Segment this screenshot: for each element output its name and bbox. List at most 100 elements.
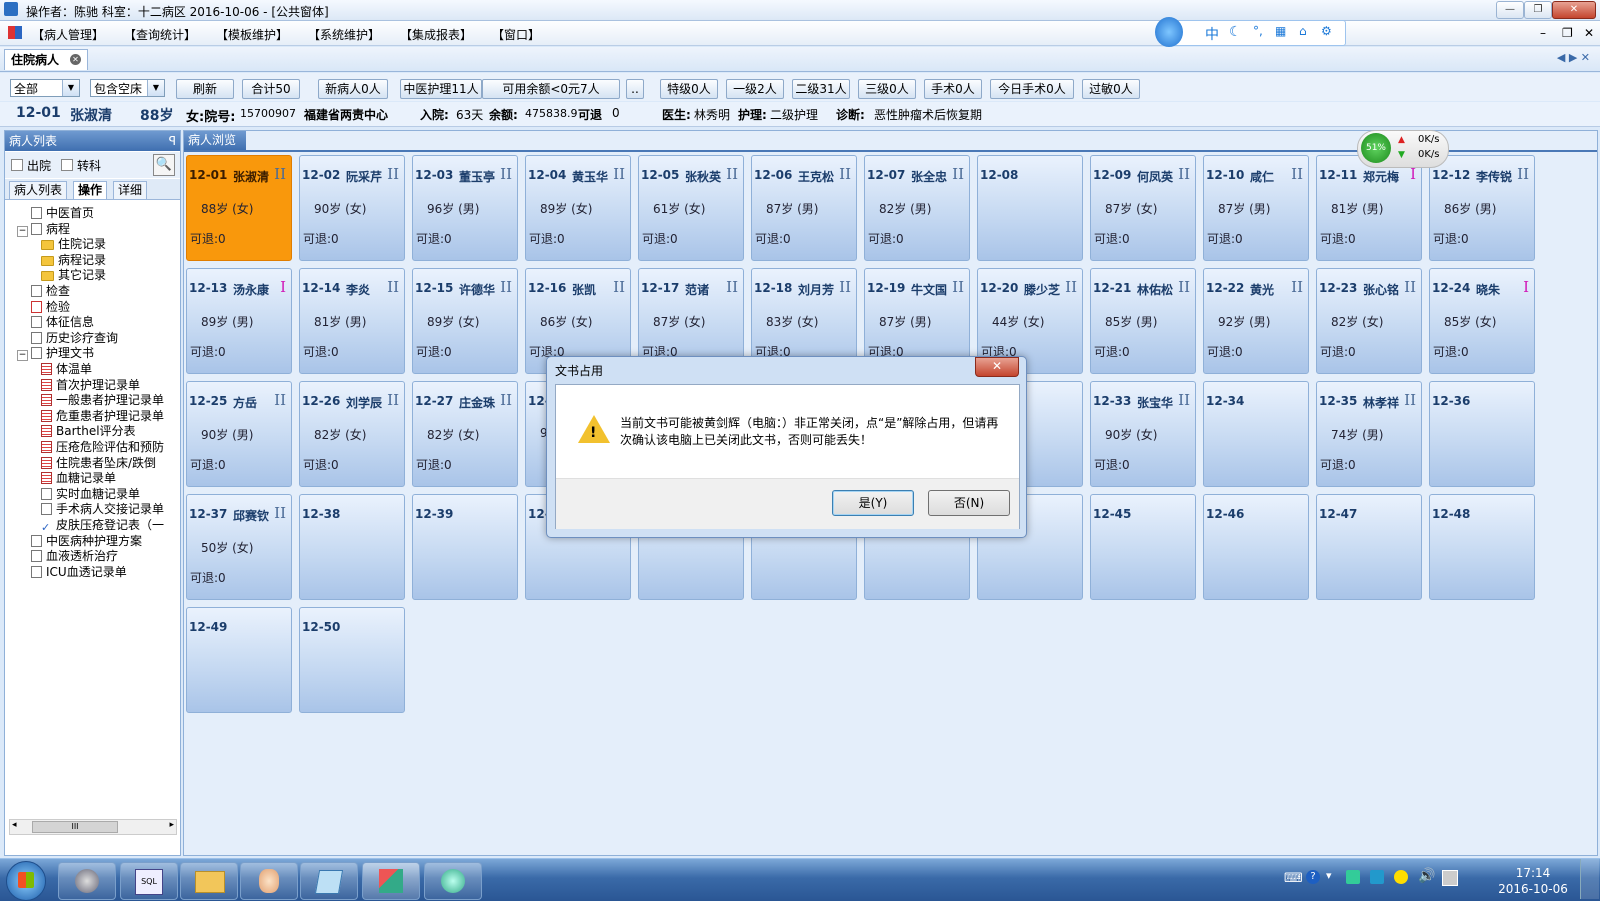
tree-expander-icon[interactable]: −	[17, 225, 28, 237]
bed-card[interactable]: 12-38	[299, 494, 405, 600]
bed-card[interactable]: 12-12 李传锐 II 86岁 (男) 可退:0	[1429, 155, 1535, 261]
tree-item[interactable]: 中医病种护理方案	[17, 533, 142, 549]
yes-button[interactable]: 是(Y)	[832, 490, 914, 516]
no-button[interactable]: 否(N)	[928, 490, 1010, 516]
mdi-close-button[interactable]: ✕	[1584, 26, 1594, 40]
tray-clock[interactable]: 17:14 2016-10-06	[1498, 865, 1568, 897]
bed-card[interactable]: 12-11 郑元梅 I 81岁 (男) 可退:0	[1316, 155, 1422, 261]
surgery-button[interactable]: 手术0人	[924, 79, 982, 99]
patient-filter-select[interactable]: 全部 ▼	[10, 79, 80, 97]
close-button[interactable]: ✕	[1552, 1, 1596, 19]
bed-card[interactable]: 12-09 何凤英 II 87岁 (女) 可退:0	[1090, 155, 1196, 261]
ime-skin-icon[interactable]: ⌂	[1299, 24, 1307, 38]
menu-template-maintenance[interactable]: 【模板维护】	[216, 26, 288, 43]
tcm-nursing-button[interactable]: 中医护理11人	[400, 79, 482, 99]
level3-button[interactable]: 三级0人	[858, 79, 916, 99]
bed-card[interactable]: 12-47	[1316, 494, 1422, 600]
bed-card[interactable]: 12-48	[1429, 494, 1535, 600]
keyboard-icon[interactable]: ⌨	[1284, 871, 1303, 886]
ime-keyboard-icon[interactable]: ▦	[1275, 24, 1286, 38]
bed-card[interactable]: 12-05 张秋英 II 61岁 (女) 可退:0	[638, 155, 744, 261]
search-icon[interactable]: 🔍	[153, 154, 175, 176]
bed-card[interactable]: 12-02 阮采芹 II 90岁 (女) 可退:0	[299, 155, 405, 261]
menu-integrated-reports[interactable]: 【集成报表】	[400, 26, 472, 43]
tree-item[interactable]: 危重患者护理记录单	[35, 408, 164, 424]
maximize-button[interactable]: ❐	[1524, 1, 1552, 19]
tree-item[interactable]: ICU血透记录单	[17, 564, 127, 580]
bed-card[interactable]: 12-14 李炎 II 81岁 (男) 可退:0	[299, 268, 405, 374]
ime-lang-icon[interactable]: 中	[1205, 24, 1219, 44]
bed-card[interactable]: 12-33 张宝华 II 90岁 (女) 可退:0	[1090, 381, 1196, 487]
tree-item[interactable]: 其它记录	[35, 267, 106, 283]
bed-card[interactable]: 12-08	[977, 155, 1083, 261]
tree-item[interactable]: 血液透析治疗	[17, 548, 118, 564]
bed-card[interactable]: 12-04 黄玉华 II 89岁 (女) 可退:0	[525, 155, 631, 261]
start-button[interactable]	[6, 861, 46, 901]
bed-card[interactable]: 12-21 林佑松 II 85岁 (男) 可退:0	[1090, 268, 1196, 374]
bed-card[interactable]: 12-24 晓朱 I 85岁 (女) 可退:0	[1429, 268, 1535, 374]
tree-item[interactable]: − 护理文书	[17, 345, 94, 362]
level2-button[interactable]: 二级31人	[792, 79, 850, 99]
discharged-checkbox[interactable]	[11, 159, 23, 171]
ime-moon-icon[interactable]: ☾	[1229, 24, 1242, 40]
tab-patient-list[interactable]: 病人列表	[9, 181, 68, 199]
bed-card[interactable]: 12-03 董玉亭 II 96岁 (男) 可退:0	[412, 155, 518, 261]
tree-item[interactable]: ✓ 皮肤压疮登记表（一	[35, 517, 164, 534]
menu-system-maintenance[interactable]: 【系统维护】	[308, 26, 380, 43]
taskbar-app-network[interactable]	[424, 862, 482, 900]
bed-card[interactable]: 12-50	[299, 607, 405, 713]
taskbar-app-explorer[interactable]	[180, 862, 238, 900]
tree-item[interactable]: − 病程	[17, 221, 70, 237]
help-icon[interactable]: ?	[1306, 870, 1320, 884]
tab-inpatients[interactable]: 住院病人 ✕	[4, 49, 89, 70]
ime-punct-icon[interactable]: °,	[1253, 24, 1263, 38]
tree-item[interactable]: 体征信息	[17, 314, 94, 330]
scroll-right-icon[interactable]: ▸	[169, 820, 174, 830]
bed-card[interactable]: 12-25 方岳 II 90岁 (男) 可退:0	[186, 381, 292, 487]
taskbar-app-nurse[interactable]	[240, 862, 298, 900]
bed-card[interactable]: 12-10 咸仁 II 87岁 (男) 可退:0	[1203, 155, 1309, 261]
bed-card[interactable]: 12-06 王克松 II 87岁 (男) 可退:0	[751, 155, 857, 261]
tab-close-icon[interactable]: ✕	[70, 54, 82, 65]
tree-item[interactable]: 检查	[17, 283, 70, 299]
tree-item[interactable]: 实时血糖记录单	[35, 486, 140, 502]
shield-icon[interactable]	[1346, 870, 1360, 884]
network-speed-widget[interactable]: 51% ▲ 0K/s ▼ 0K/s	[1357, 130, 1449, 168]
scroll-left-icon[interactable]: ◂	[12, 820, 17, 830]
tree-item[interactable]: 检验	[17, 299, 70, 315]
network-icon[interactable]	[1442, 870, 1458, 886]
ime-toolbar[interactable]: 中 ☾ °, ▦ ⌂ ⚙	[1155, 17, 1346, 47]
bed-card[interactable]: 12-07 张全忠 II 82岁 (男) 可退:0	[864, 155, 970, 261]
bed-card[interactable]: 12-23 张心铭 II 82岁 (女) 可退:0	[1316, 268, 1422, 374]
pin-icon[interactable]: ꟼ	[169, 131, 176, 151]
bed-card[interactable]: 12-46	[1203, 494, 1309, 600]
tree-item[interactable]: 手术病人交接记录单	[35, 501, 164, 517]
tab-details[interactable]: 详细	[113, 181, 148, 199]
tab-operations[interactable]: 操作	[73, 181, 108, 199]
bed-card[interactable]: 12-39	[412, 494, 518, 600]
tree-item[interactable]: 住院记录	[35, 236, 106, 252]
refresh-button[interactable]: 刷新	[176, 79, 234, 99]
tree-expander-icon[interactable]: −	[17, 350, 28, 362]
volume-icon[interactable]: 🔊	[1418, 868, 1435, 884]
bed-card[interactable]: 12-36	[1429, 381, 1535, 487]
tree-item[interactable]: 一般患者护理记录单	[35, 392, 164, 408]
today-surgery-button[interactable]: 今日手术0人	[990, 79, 1074, 99]
menu-patient-management[interactable]: 【病人管理】	[32, 26, 104, 43]
horizontal-scrollbar[interactable]: ◂ III ▸	[9, 819, 177, 835]
balance-button[interactable]: 可用余额<0元7人	[482, 79, 620, 99]
total-button[interactable]: 合计50	[242, 79, 300, 99]
dialog-close-button[interactable]: ✕	[975, 357, 1019, 377]
special-grade-button[interactable]: 特级0人	[660, 79, 718, 99]
bed-filter-select[interactable]: 包含空床 ▼	[90, 79, 165, 97]
status-tray-icon[interactable]	[1394, 870, 1408, 884]
minimize-button[interactable]: —	[1496, 1, 1524, 19]
bed-card[interactable]: 12-26 刘学辰 II 82岁 (女) 可退:0	[299, 381, 405, 487]
app-tray-icon[interactable]	[1370, 870, 1384, 884]
menu-query-statistics[interactable]: 【查询统计】	[124, 26, 196, 43]
taskbar-app-sql[interactable]: SQL	[120, 862, 178, 900]
tree-item[interactable]: 中医首页	[17, 205, 94, 221]
more-button[interactable]: ..	[626, 79, 644, 99]
mdi-restore-button[interactable]: ❐	[1562, 26, 1573, 40]
mdi-minimize-button[interactable]: –	[1540, 26, 1546, 40]
